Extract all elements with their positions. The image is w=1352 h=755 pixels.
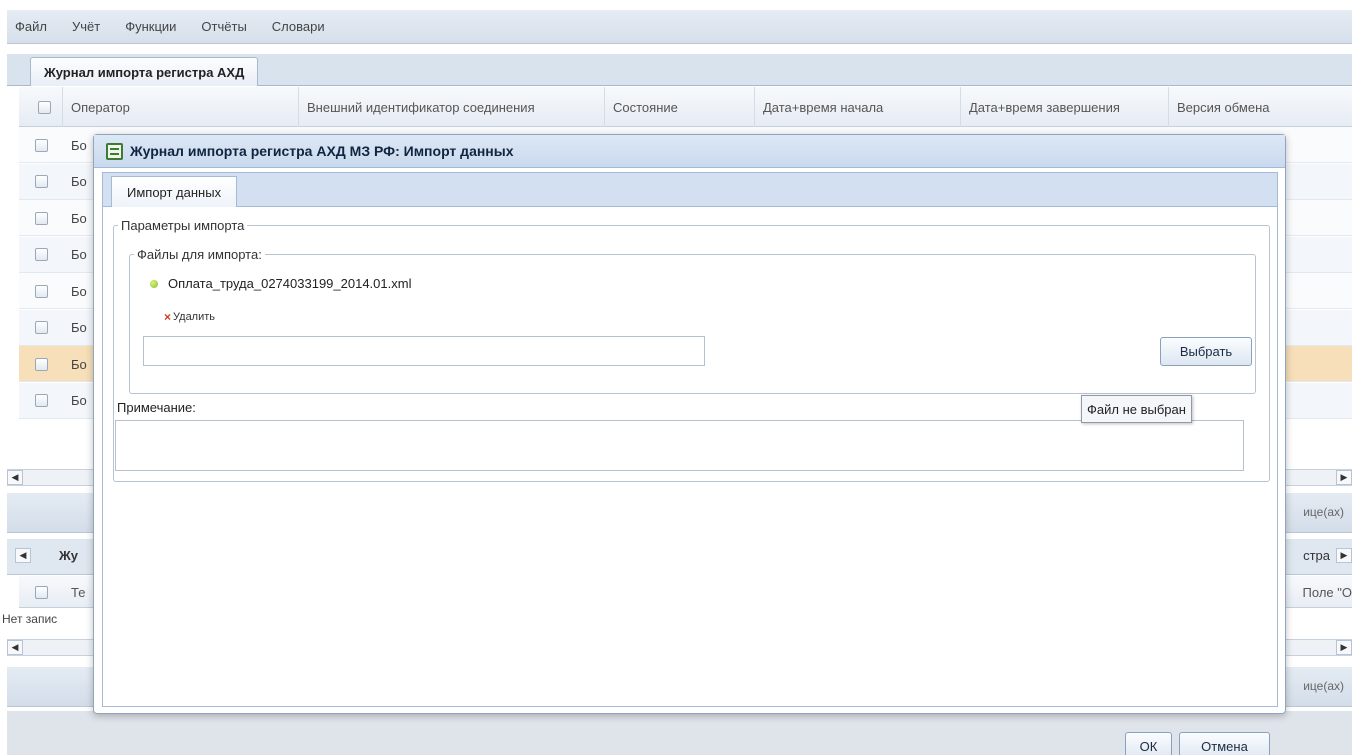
import-params-legend: Параметры импорта [121, 218, 245, 233]
row-checkbox-cell [19, 383, 63, 419]
dialog-body: Параметры импорта Файлы для импорта: Опл… [102, 207, 1278, 755]
dialog-tab-bar: Импорт данных [102, 172, 1278, 208]
row-checkbox[interactable] [34, 357, 48, 371]
row-checkbox[interactable] [34, 284, 48, 298]
row-checkbox-cell [19, 127, 63, 163]
column-header-operator[interactable]: Оператор [63, 87, 299, 127]
scroll-left-icon[interactable]: ◀ [7, 470, 23, 485]
menu-dictionaries[interactable]: Словари [272, 19, 325, 34]
operator-cell: Бо [71, 210, 87, 226]
dialog-title: Журнал импорта регистра АХД МЗ РФ: Импор… [130, 143, 514, 159]
delete-file-link[interactable]: × Удалить [164, 310, 215, 324]
ok-button[interactable]: ОК [1125, 732, 1172, 755]
note-textarea[interactable] [115, 420, 1244, 471]
lower-column-header-1[interactable]: Те [71, 585, 85, 600]
select-all-checkbox[interactable] [38, 100, 51, 114]
choose-file-button[interactable]: Выбрать [1160, 337, 1252, 366]
no-records-text: Нет запис [2, 612, 58, 626]
lower-pager-page-count: ице(ах) [1303, 679, 1344, 693]
operator-cell: Бо [71, 283, 87, 299]
window-list-icon [106, 142, 123, 160]
operator-cell: Бо [71, 320, 87, 335]
column-header-end-time[interactable]: Дата+время завершения [961, 87, 1169, 127]
lower-select-all-cell [19, 576, 63, 608]
lower-select-all-checkbox[interactable] [34, 585, 48, 599]
import-journal-grid: Оператор Внешний идентификатор соединени… [19, 87, 1352, 419]
row-checkbox-cell [19, 164, 63, 200]
lower-scroll-left-icon[interactable]: ◀ [7, 640, 23, 655]
row-checkbox-cell [19, 273, 63, 309]
row-checkbox[interactable] [34, 248, 48, 261]
tab-scroll-left-icon[interactable]: ◀ [15, 548, 31, 563]
file-list-item: Оплата_труда_0274033199_2014.01.xml [150, 276, 411, 291]
scroll-right-icon[interactable]: ▶ [1336, 470, 1352, 485]
grid-header: Оператор Внешний идентификатор соединени… [19, 87, 1352, 127]
main-tab-strip: Журнал импорта регистра АХД [7, 54, 1352, 86]
cancel-button[interactable]: Отмена [1179, 732, 1270, 755]
import-dialog: Журнал импорта регистра АХД МЗ РФ: Импор… [93, 134, 1286, 755]
delete-x-icon: × [164, 310, 172, 324]
menu-bar: Файл Учёт Функции Отчёты Словари [7, 10, 1352, 44]
tab-scroll-right-icon[interactable]: ▶ [1336, 548, 1352, 563]
operator-cell: Бо [71, 247, 87, 262]
note-label: Примечание: [117, 400, 196, 415]
menu-file[interactable]: Файл [15, 19, 47, 34]
row-checkbox-cell [19, 346, 63, 382]
column-header-exchange-version[interactable]: Версия обмена [1169, 87, 1352, 127]
row-checkbox-cell [19, 310, 63, 346]
files-legend: Файлы для импорта: [137, 247, 262, 262]
menu-functions[interactable]: Функции [125, 19, 176, 34]
file-not-selected-tooltip: Файл не выбран [1081, 395, 1192, 423]
operator-cell: Бо [71, 356, 87, 372]
dialog-title-bar[interactable]: Журнал импорта регистра АХД МЗ РФ: Импор… [94, 135, 1285, 168]
operator-cell: Бо [71, 174, 87, 189]
column-header-start-time[interactable]: Дата+время начала [755, 87, 961, 127]
tab-lower-journal[interactable]: Жу [59, 548, 78, 563]
row-checkbox-cell [19, 200, 63, 236]
files-group: Файлы для импорта: Оплата_труда_02740331… [129, 247, 1256, 394]
lower-scroll-right-icon[interactable]: ▶ [1336, 640, 1352, 655]
row-checkbox[interactable] [34, 175, 48, 188]
row-checkbox[interactable] [34, 211, 48, 225]
lower-column-header-last[interactable]: Поле "О [1303, 585, 1352, 600]
file-name: Оплата_труда_0274033199_2014.01.xml [168, 276, 412, 291]
tab-lower-register[interactable]: стра [1303, 548, 1330, 563]
file-path-input[interactable] [143, 336, 705, 366]
select-all-cell [19, 87, 63, 127]
operator-cell: Бо [71, 137, 87, 153]
operator-cell: Бо [71, 393, 87, 408]
row-checkbox[interactable] [34, 394, 48, 407]
menu-reports[interactable]: Отчёты [201, 19, 246, 34]
pager-page-count: ице(ах) [1303, 505, 1344, 519]
menu-accounting[interactable]: Учёт [72, 19, 100, 34]
file-status-dot-icon [150, 279, 158, 288]
tab-import-data[interactable]: Импорт данных [111, 176, 238, 208]
row-checkbox-cell [19, 237, 63, 273]
column-header-connection-id[interactable]: Внешний идентификатор соединения [299, 87, 605, 127]
tab-import-journal[interactable]: Журнал импорта регистра АХД [30, 57, 259, 86]
row-checkbox[interactable] [34, 138, 48, 152]
column-header-state[interactable]: Состояние [605, 87, 755, 127]
import-params-group: Параметры импорта Файлы для импорта: Опл… [113, 218, 1270, 482]
delete-label: Удалить [173, 311, 216, 323]
row-checkbox[interactable] [34, 321, 48, 334]
